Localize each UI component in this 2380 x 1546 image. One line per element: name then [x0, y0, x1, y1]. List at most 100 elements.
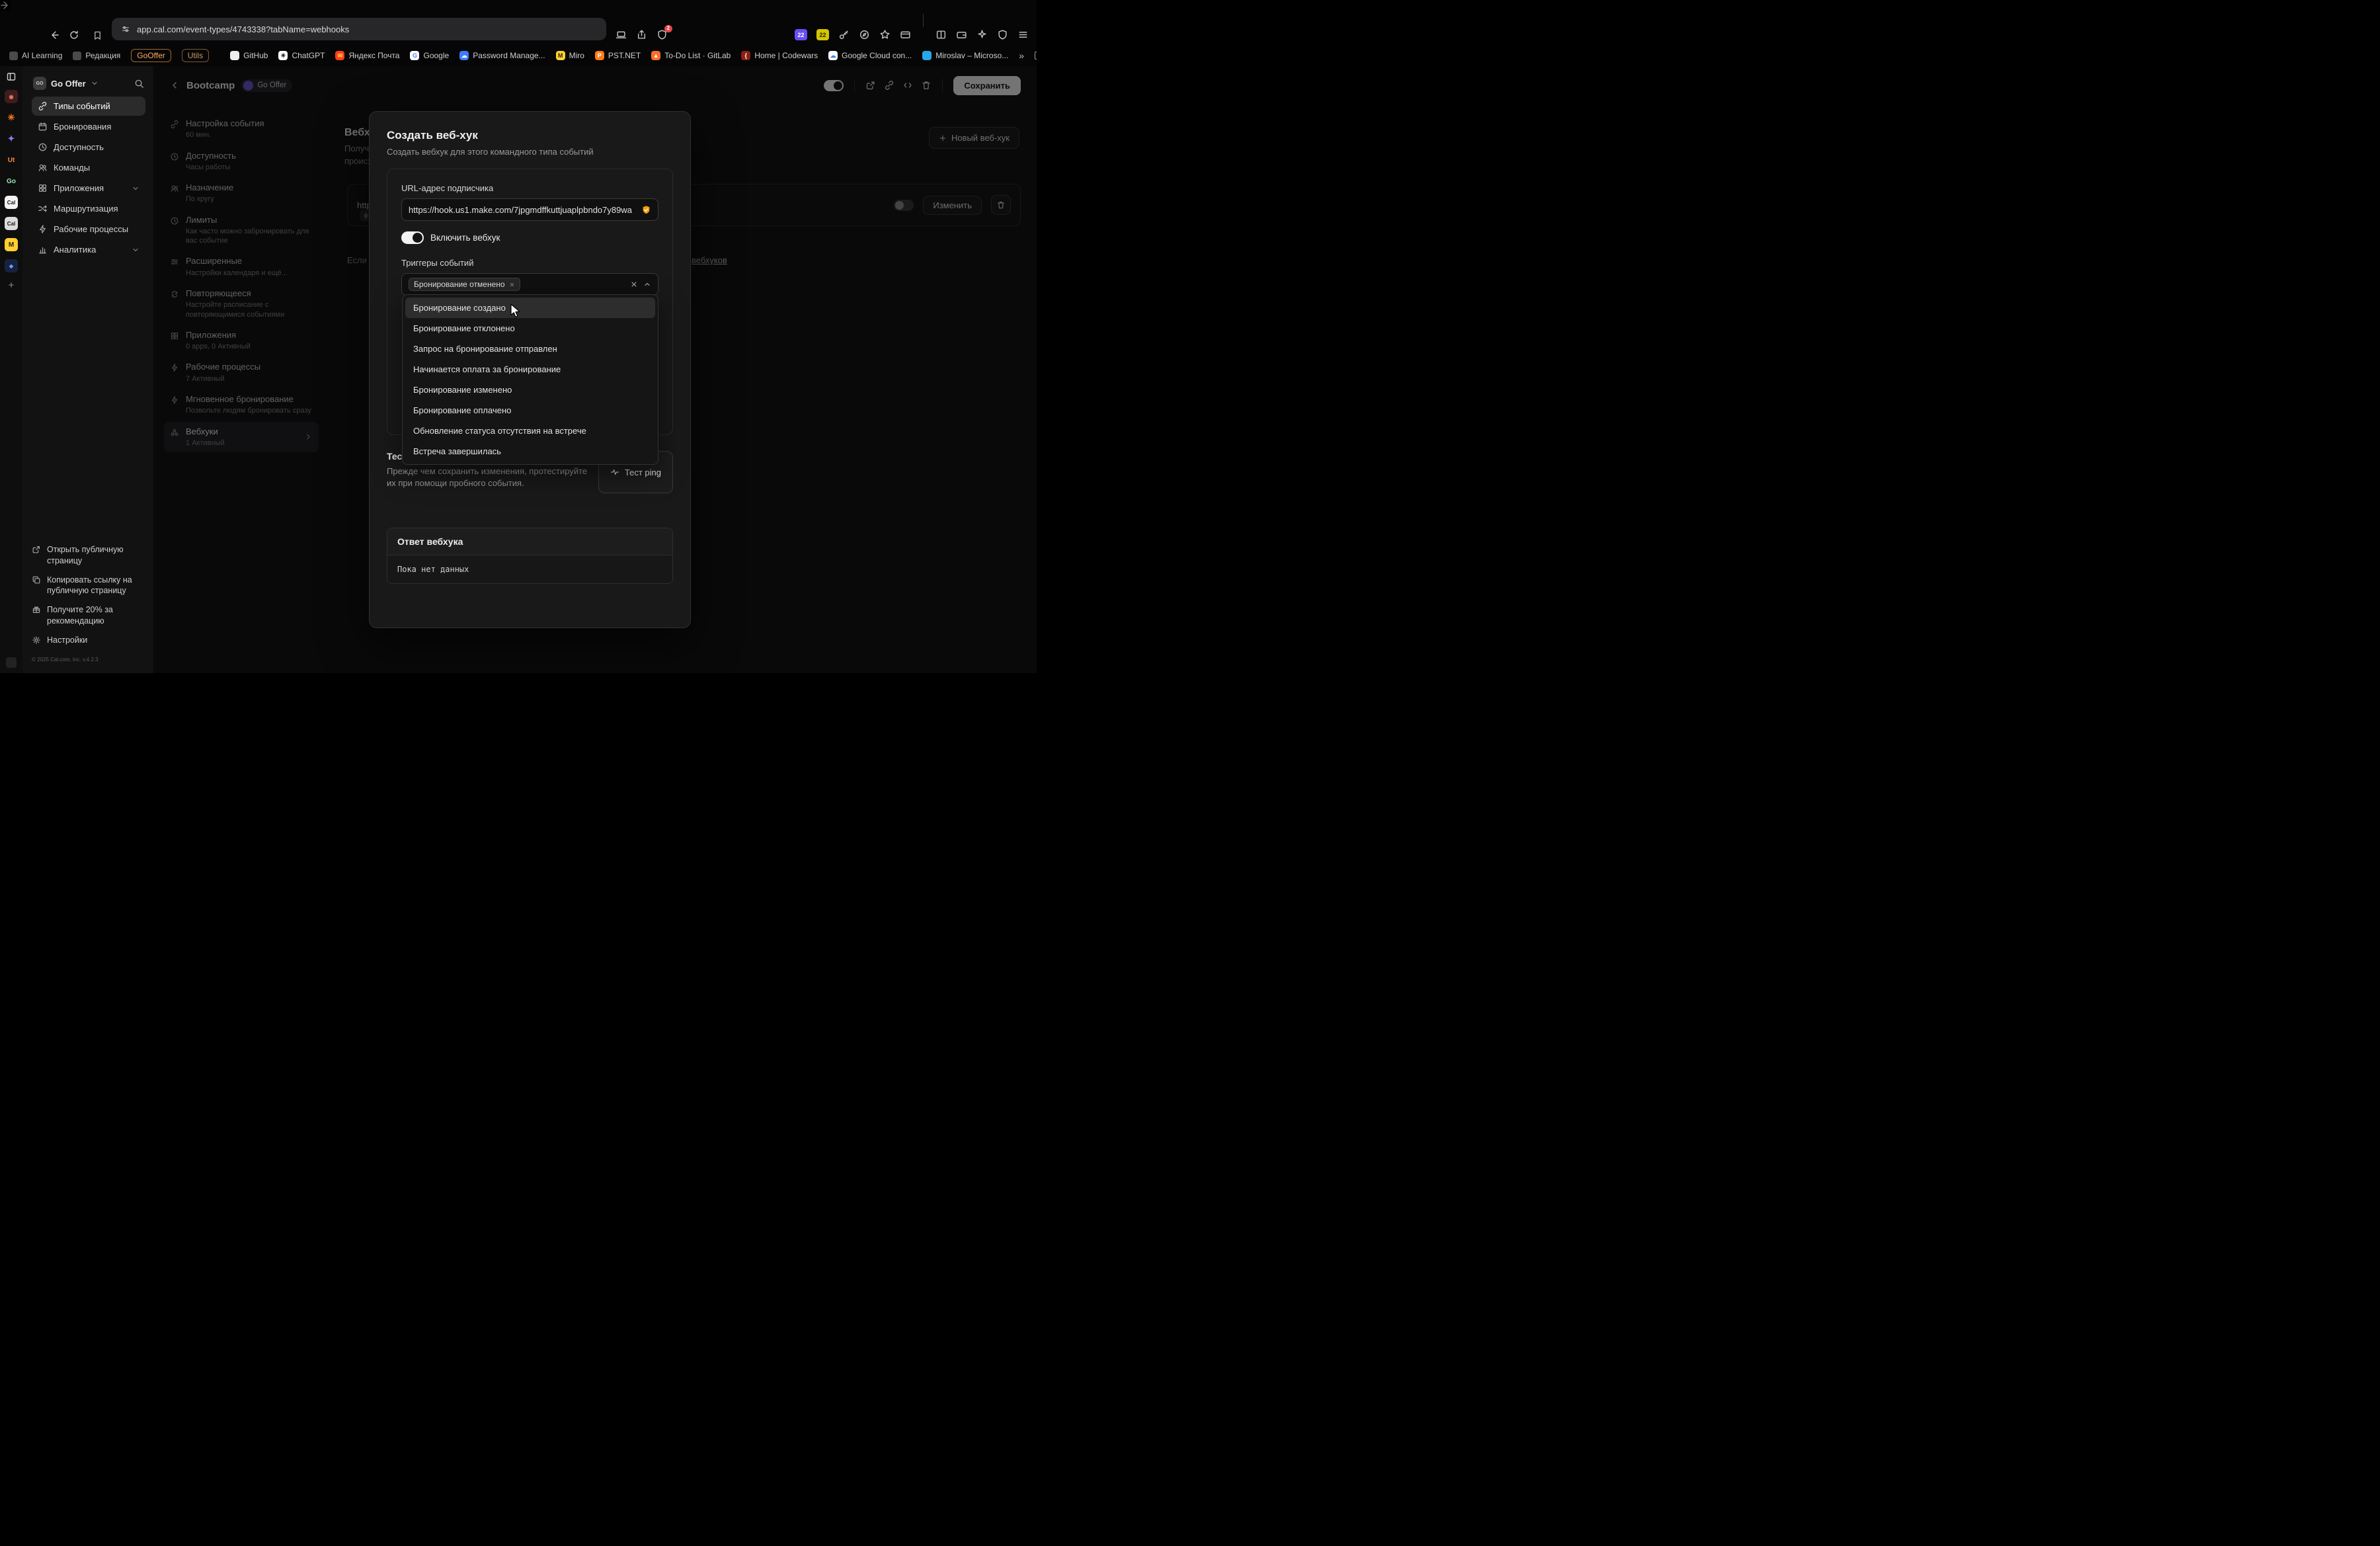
subscriber-url-input[interactable]: [409, 205, 636, 215]
rail-bottom-icon[interactable]: [6, 657, 17, 668]
bookmark-folder-utils[interactable]: Utils: [182, 49, 209, 62]
more-bookmarks-chevron[interactable]: »: [1019, 50, 1024, 61]
split-view-icon[interactable]: [935, 29, 947, 40]
rail-app-1[interactable]: ◉: [5, 90, 18, 103]
browser-forward-button[interactable]: [0, 0, 11, 11]
copy-public-link[interactable]: Копировать ссылку на публичную страницу: [32, 575, 145, 596]
favicon: ✉: [335, 51, 344, 60]
rail-app-9[interactable]: ◆: [5, 259, 18, 272]
option-booking-rejected[interactable]: Бронирование отклонено: [405, 318, 655, 339]
bookmark-google-cloud[interactable]: ☁Google Cloud con...: [828, 51, 912, 60]
site-settings-icon[interactable]: [121, 24, 130, 34]
option-meeting-ended[interactable]: Встреча завершилась: [405, 441, 655, 462]
chart-icon: [38, 245, 48, 255]
bookmark-folder-ai-learning[interactable]: AI Learning: [9, 51, 62, 60]
browser-menu-icon[interactable]: [1017, 29, 1029, 40]
team-switcher[interactable]: GO Go Offer: [32, 74, 145, 97]
rail-app-6[interactable]: Cal: [5, 196, 18, 209]
dialog-title: Создать веб-хук: [387, 129, 673, 142]
bookmark-miro[interactable]: MMiro: [556, 51, 584, 60]
wallet-icon[interactable]: [956, 29, 967, 40]
sidebar-item-apps[interactable]: Приложения: [32, 179, 145, 198]
bookmark-chatgpt[interactable]: ✳ChatGPT: [278, 51, 325, 60]
bookmark-google[interactable]: GGoogle: [410, 51, 449, 60]
extension-badge-2[interactable]: 22: [816, 29, 829, 40]
favicon: M: [556, 51, 565, 60]
sidebar-item-teams[interactable]: Команды: [32, 158, 145, 177]
vpn-shield-icon[interactable]: [997, 29, 1008, 40]
enable-webhook-toggle[interactable]: [401, 231, 424, 244]
favicon: ☁: [459, 51, 469, 60]
sidebar-item-insights[interactable]: Аналитика: [32, 240, 145, 259]
sidebar-item-workflows[interactable]: Рабочие процессы: [32, 220, 145, 239]
enable-webhook-row: Включить вебхук: [401, 231, 658, 244]
password-extension-icon[interactable]: [838, 29, 850, 40]
rail-app-4[interactable]: Ut: [5, 153, 18, 167]
bookmark-github[interactable]: GitHub: [230, 51, 268, 60]
folder-icon: [9, 52, 18, 60]
sidebar-toggle-icon[interactable]: [6, 71, 17, 82]
option-booking-payment-initiated[interactable]: Начинается оплата за бронирование: [405, 359, 655, 380]
toolbar-divider: [923, 14, 924, 27]
sidebar-item-event-types[interactable]: Типы событий: [32, 97, 145, 116]
option-no-show-updated[interactable]: Обновление статуса отсутствия на встрече: [405, 421, 655, 441]
favicon: [922, 51, 932, 60]
enable-webhook-label: Включить вебхук: [430, 233, 500, 243]
remove-chip-icon[interactable]: [509, 282, 515, 288]
tab-group-icon[interactable]: [900, 29, 911, 40]
chevron-down-icon: [132, 246, 139, 254]
clear-all-icon[interactable]: [630, 280, 638, 288]
team-avatar: GO: [33, 77, 46, 90]
bookmark-gitlab-todo[interactable]: ▲To-Do List · GitLab: [651, 51, 731, 60]
option-booking-paid[interactable]: Бронирование оплачено: [405, 400, 655, 421]
trigger-options-dropdown: Бронирование создано Бронирование отклон…: [402, 294, 658, 465]
bookmark-password-manager[interactable]: ☁Password Manage...: [459, 51, 545, 60]
rail-app-3[interactable]: ✦: [5, 132, 18, 145]
extension-badge-1[interactable]: 22: [795, 29, 807, 40]
share-icon[interactable]: [636, 29, 647, 40]
bookmark-yandex-mail[interactable]: ✉Яндекс Почта: [335, 51, 399, 60]
address-bar[interactable]: app.cal.com/event-types/4743338?tabName=…: [112, 18, 606, 40]
option-booking-created[interactable]: Бронирование создано: [405, 298, 655, 318]
referral-link[interactable]: Получите 20% за рекомендацию: [32, 604, 145, 626]
favicon: G: [410, 51, 419, 60]
bookmark-folder-redakcia[interactable]: Редакция: [73, 51, 120, 60]
bookmark-pstnet[interactable]: PPST.NET: [595, 51, 641, 60]
bookmark-codewars[interactable]: {Home | Codewars: [741, 51, 818, 60]
option-booking-requested[interactable]: Запрос на бронирование отправлен: [405, 339, 655, 359]
folder-icon: [1035, 52, 1037, 60]
sidebar-footer: Открыть публичную страницу Копировать сс…: [32, 544, 145, 667]
settings-link[interactable]: Настройки: [32, 635, 145, 645]
rail-app-8[interactable]: M: [5, 238, 18, 251]
chevron-down-icon: [91, 79, 99, 87]
sidebar-item-availability[interactable]: Доступность: [32, 138, 145, 157]
bookmark-folder-gooffer[interactable]: GoOffer: [131, 49, 171, 62]
clock-icon: [38, 142, 48, 152]
chevron-down-icon: [132, 184, 139, 192]
adblock-shield-icon[interactable]: 2: [656, 29, 668, 40]
subscriber-url-field: [401, 198, 658, 221]
bookmark-microsoft[interactable]: Miroslav – Microso...: [922, 51, 1008, 60]
rail-app-5[interactable]: Go: [5, 175, 18, 188]
rail-add-button[interactable]: +: [9, 280, 15, 290]
browser-reload-button[interactable]: [69, 30, 79, 40]
password-manager-shield-icon[interactable]: [641, 205, 651, 215]
extensions-icon[interactable]: [879, 29, 891, 40]
ai-assistant-icon[interactable]: [976, 29, 988, 40]
search-icon[interactable]: [134, 79, 144, 89]
sidebar-item-bookings[interactable]: Бронирования: [32, 117, 145, 136]
sidebar: GO Go Offer Типы событий Бронирования До…: [22, 66, 153, 673]
browser-back-button[interactable]: [49, 30, 60, 40]
sidebar-item-routing[interactable]: Маршрутизация: [32, 199, 145, 218]
url-text[interactable]: app.cal.com/event-types/4743338?tabName=…: [137, 24, 349, 34]
all-bookmarks-button[interactable]: Все закладки: [1035, 51, 1037, 60]
option-booking-rescheduled[interactable]: Бронирование изменено: [405, 380, 655, 400]
bookmark-icon[interactable]: [93, 30, 102, 40]
rail-app-7[interactable]: Cal: [5, 217, 18, 230]
adblock-badge: 2: [664, 25, 672, 32]
extension-icon[interactable]: [859, 29, 870, 40]
event-triggers-multiselect[interactable]: Бронирование отменено: [401, 273, 658, 296]
rail-app-2[interactable]: ✳: [5, 111, 18, 124]
open-public-page-link[interactable]: Открыть публичную страницу: [32, 544, 145, 566]
device-icon[interactable]: [615, 29, 627, 40]
